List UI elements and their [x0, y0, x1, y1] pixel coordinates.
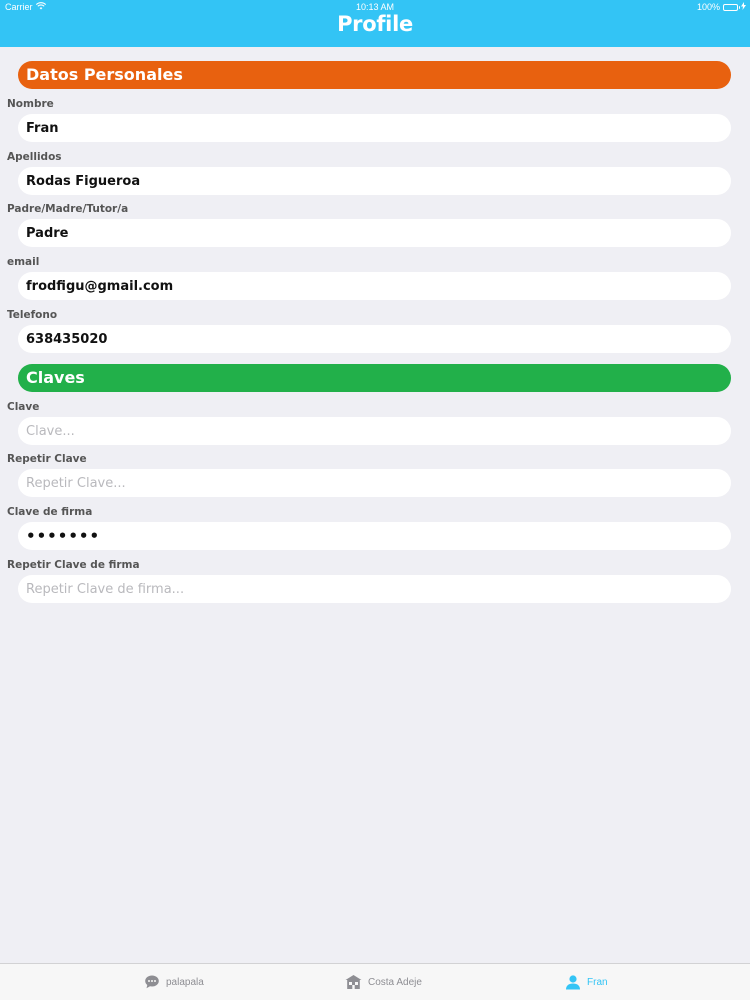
telefono-field[interactable]: 638435020 [18, 325, 731, 353]
section-header-datos-personales: Datos Personales [18, 61, 731, 89]
tab-fran[interactable]: Fran [565, 964, 608, 1000]
field-label-email: email [7, 256, 40, 268]
tab-label-palapala: palapala [166, 976, 204, 988]
clave-field[interactable]: Clave... [18, 417, 731, 445]
chat-bubble-icon [144, 974, 160, 990]
field-label-clave-de-firma: Clave de firma [7, 506, 93, 518]
tab-palapala[interactable]: palapala [144, 964, 204, 1000]
apellidos-field[interactable]: Rodas Figueroa [18, 167, 731, 195]
charging-icon [741, 2, 746, 12]
school-icon [345, 974, 362, 990]
tab-costa-adeje[interactable]: Costa Adeje [345, 964, 422, 1000]
field-label-repetir-clave-de-firma: Repetir Clave de firma [7, 559, 140, 571]
field-label-padre-madre-tutor: Padre/Madre/Tutor/a [7, 203, 129, 215]
battery-percent: 100% [696, 2, 720, 12]
repetir-clave-de-firma-field[interactable]: Repetir Clave de firma... [18, 575, 731, 603]
field-label-repetir-clave: Repetir Clave [7, 453, 87, 465]
navigation-bar: Carrier 10:13 AM 100% Profile [0, 0, 750, 47]
field-label-clave: Clave [7, 401, 40, 413]
email-field[interactable]: frodfigu@gmail.com [18, 272, 731, 300]
clave-de-firma-field[interactable]: ••••••• [18, 522, 731, 550]
tab-label-costa-adeje: Costa Adeje [368, 976, 422, 988]
person-icon [565, 974, 581, 990]
field-label-telefono: Telefono [7, 309, 58, 321]
repetir-clave-field[interactable]: Repetir Clave... [18, 469, 731, 497]
field-label-nombre: Nombre [7, 98, 54, 110]
tab-bar: palapala Costa Adeje Fran [0, 963, 750, 1000]
nombre-field[interactable]: Fran [18, 114, 731, 142]
section-header-claves: Claves [18, 364, 731, 392]
tab-label-fran: Fran [587, 976, 608, 988]
field-label-apellidos: Apellidos [7, 151, 62, 163]
status-time: 10:13 AM [355, 2, 395, 12]
page-title: Profile [337, 12, 413, 36]
battery-icon [723, 3, 740, 11]
padre-madre-tutor-field[interactable]: Padre [18, 219, 731, 247]
profile-screen: Carrier 10:13 AM 100% Profile Datos Pers… [0, 0, 750, 1000]
battery-indicator: 100% [697, 2, 746, 12]
